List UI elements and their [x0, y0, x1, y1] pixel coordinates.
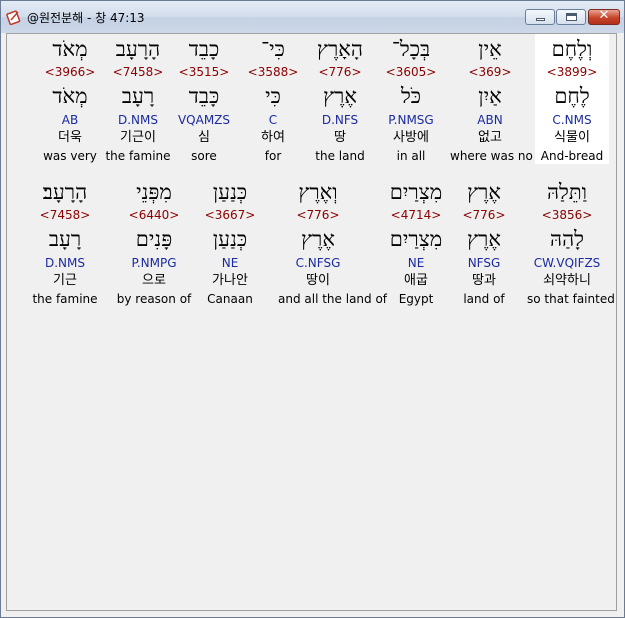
- lemma-word: כְּנַעַן: [212, 227, 248, 251]
- english-gloss: sore: [191, 149, 217, 163]
- strong-number: <776>: [462, 208, 506, 222]
- word-column[interactable]: וַתֵּלַהּ <3856> לָהַהּ CW.VQIFZS 쇠약하니 so tha…: [527, 177, 615, 307]
- minimize-button[interactable]: [525, 9, 555, 25]
- morphology-code: C.NFSG: [295, 256, 341, 270]
- close-button[interactable]: ✕: [588, 8, 620, 25]
- word-column[interactable]: כְּנַעַן <3667> כְּנַעַן NE 가나안 Canaan: [190, 177, 270, 307]
- word-column[interactable]: וְלֶחֶם <3899> לֶחֶם C.NMS 식물이 And-bread: [535, 34, 609, 164]
- korean-gloss: 가나안: [212, 273, 248, 288]
- hebrew-word: הָאָרֶץ: [317, 37, 363, 61]
- hebrew-word: מִפְּנֵי: [136, 180, 172, 204]
- korean-gloss: 쇠약하니: [543, 273, 591, 288]
- korean-gloss: 땅이: [306, 273, 330, 288]
- window-title: @원전분해 - 창 47:13: [27, 11, 145, 25]
- morphology-code: P.NMSG: [388, 113, 434, 127]
- hebrew-word: בְּכָל־: [391, 37, 431, 61]
- word-column[interactable]: מִפְּנֵי <6440> פָּנִים P.NMPG 으로 by reason o…: [114, 177, 194, 307]
- hebrew-word: וַתֵּלַהּ: [546, 180, 588, 204]
- morphology-code: NE: [221, 256, 239, 270]
- english-gloss: so that fainted: [527, 292, 615, 306]
- maximize-button[interactable]: [556, 9, 586, 25]
- hebrew-word: אֵין: [478, 37, 502, 61]
- strong-number: <3856>: [541, 208, 593, 222]
- korean-gloss: 땅: [334, 130, 346, 145]
- maximize-icon: [566, 13, 577, 21]
- english-gloss: Canaan: [207, 292, 253, 306]
- hebrew-word: הָרָעָב׃: [42, 180, 88, 204]
- korean-gloss: 기근: [53, 273, 77, 288]
- english-gloss: where was no: [450, 149, 533, 163]
- strong-number: <776>: [318, 65, 362, 79]
- morphology-code: D.NFS: [321, 113, 359, 127]
- interlinear-panel: מְאֹד <3966> מְאֹד AB 더욱 was very הָרָעָב <7458…: [6, 33, 617, 611]
- hebrew-word: וְלֶחֶם: [551, 37, 593, 61]
- lemma-word: פָּנִים: [135, 227, 173, 251]
- english-gloss: and all the land of: [278, 292, 388, 306]
- lemma-word: אֶרֶץ: [301, 227, 335, 251]
- english-gloss: land of: [463, 292, 505, 306]
- lemma-word: לָהַהּ: [550, 227, 584, 251]
- korean-gloss: 으로: [142, 273, 166, 288]
- strong-number: <7458>: [39, 208, 91, 222]
- strong-number: <369>: [468, 65, 512, 79]
- lemma-word: כָּבֵד: [188, 84, 220, 108]
- word-column[interactable]: כָבֵד <3515> כָּבֵד VQAMZS 심 sore: [164, 34, 244, 164]
- word-column[interactable]: בְּכָל־ <3605> כֹּל P.NMSG 사방에 in all: [371, 34, 451, 164]
- hebrew-word: כָבֵד: [188, 37, 220, 61]
- hebrew-word: אֶרֶץ: [467, 180, 501, 204]
- lemma-word: רָעָב: [48, 227, 82, 251]
- strong-number: <3605>: [385, 65, 437, 79]
- word-column[interactable]: הָרָעָב׃ <7458> רָעָב D.NMS 기근 the famine: [25, 177, 105, 307]
- lemma-word: אֶרֶץ: [323, 84, 357, 108]
- morphology-code: C.NMS: [552, 113, 592, 127]
- morphology-code: D.NMS: [44, 256, 85, 270]
- korean-gloss: 식물이: [554, 130, 590, 145]
- korean-gloss: 없고: [478, 130, 502, 145]
- strong-number: <776>: [296, 208, 340, 222]
- morphology-code: VQAMZS: [177, 113, 231, 127]
- korean-gloss: 땅과: [472, 273, 496, 288]
- lemma-word: כֹּל: [400, 84, 422, 108]
- strong-number: <3899>: [546, 65, 598, 79]
- word-column[interactable]: אֵין <369> אַיִן ABN 없고 where was no: [450, 34, 533, 164]
- english-gloss: the land: [315, 149, 365, 163]
- hebrew-word: כְּנַעַן: [212, 180, 248, 204]
- korean-gloss: 심: [198, 130, 210, 145]
- hebrew-word: וְאֶרֶץ: [298, 180, 338, 204]
- morphology-code: NFSG: [467, 256, 501, 270]
- english-gloss: by reason of: [116, 292, 192, 306]
- korean-gloss: 사방에: [393, 130, 429, 145]
- word-column[interactable]: אֶרֶץ <776> אֶרֶץ NFSG 땅과 land of: [444, 177, 524, 307]
- minimize-icon: [536, 18, 545, 21]
- strong-number: <6440>: [128, 208, 180, 222]
- book-pen-icon[interactable]: [6, 9, 22, 26]
- strong-number: <3667>: [204, 208, 256, 222]
- app-window: @원전분해 - 창 47:13 ✕ מְאֹד <3966> מְאֹד AB 더욱 wa…: [0, 0, 625, 618]
- lemma-word: לֶחֶם: [554, 84, 590, 108]
- lemma-word: אַיִן: [478, 84, 502, 108]
- english-gloss: in all: [396, 149, 426, 163]
- lemma-word: אֶרֶץ: [467, 227, 501, 251]
- title-bar[interactable]: @원전분해 - 창 47:13 ✕: [1, 1, 624, 33]
- word-column[interactable]: הָאָרֶץ <776> אֶרֶץ D.NFS 땅 the land: [300, 34, 380, 164]
- morphology-code: CW.VQIFZS: [533, 256, 601, 270]
- close-icon: ✕: [598, 8, 610, 23]
- english-gloss: the famine: [32, 292, 98, 306]
- morphology-code: P.NMPG: [131, 256, 177, 270]
- morphology-code: ABN: [477, 113, 503, 127]
- english-gloss: And-bread: [540, 149, 604, 163]
- strong-number: <3515>: [178, 65, 230, 79]
- word-column[interactable]: וְאֶרֶץ <776> אֶרֶץ C.NFSG 땅이 and all the lan…: [278, 177, 388, 307]
